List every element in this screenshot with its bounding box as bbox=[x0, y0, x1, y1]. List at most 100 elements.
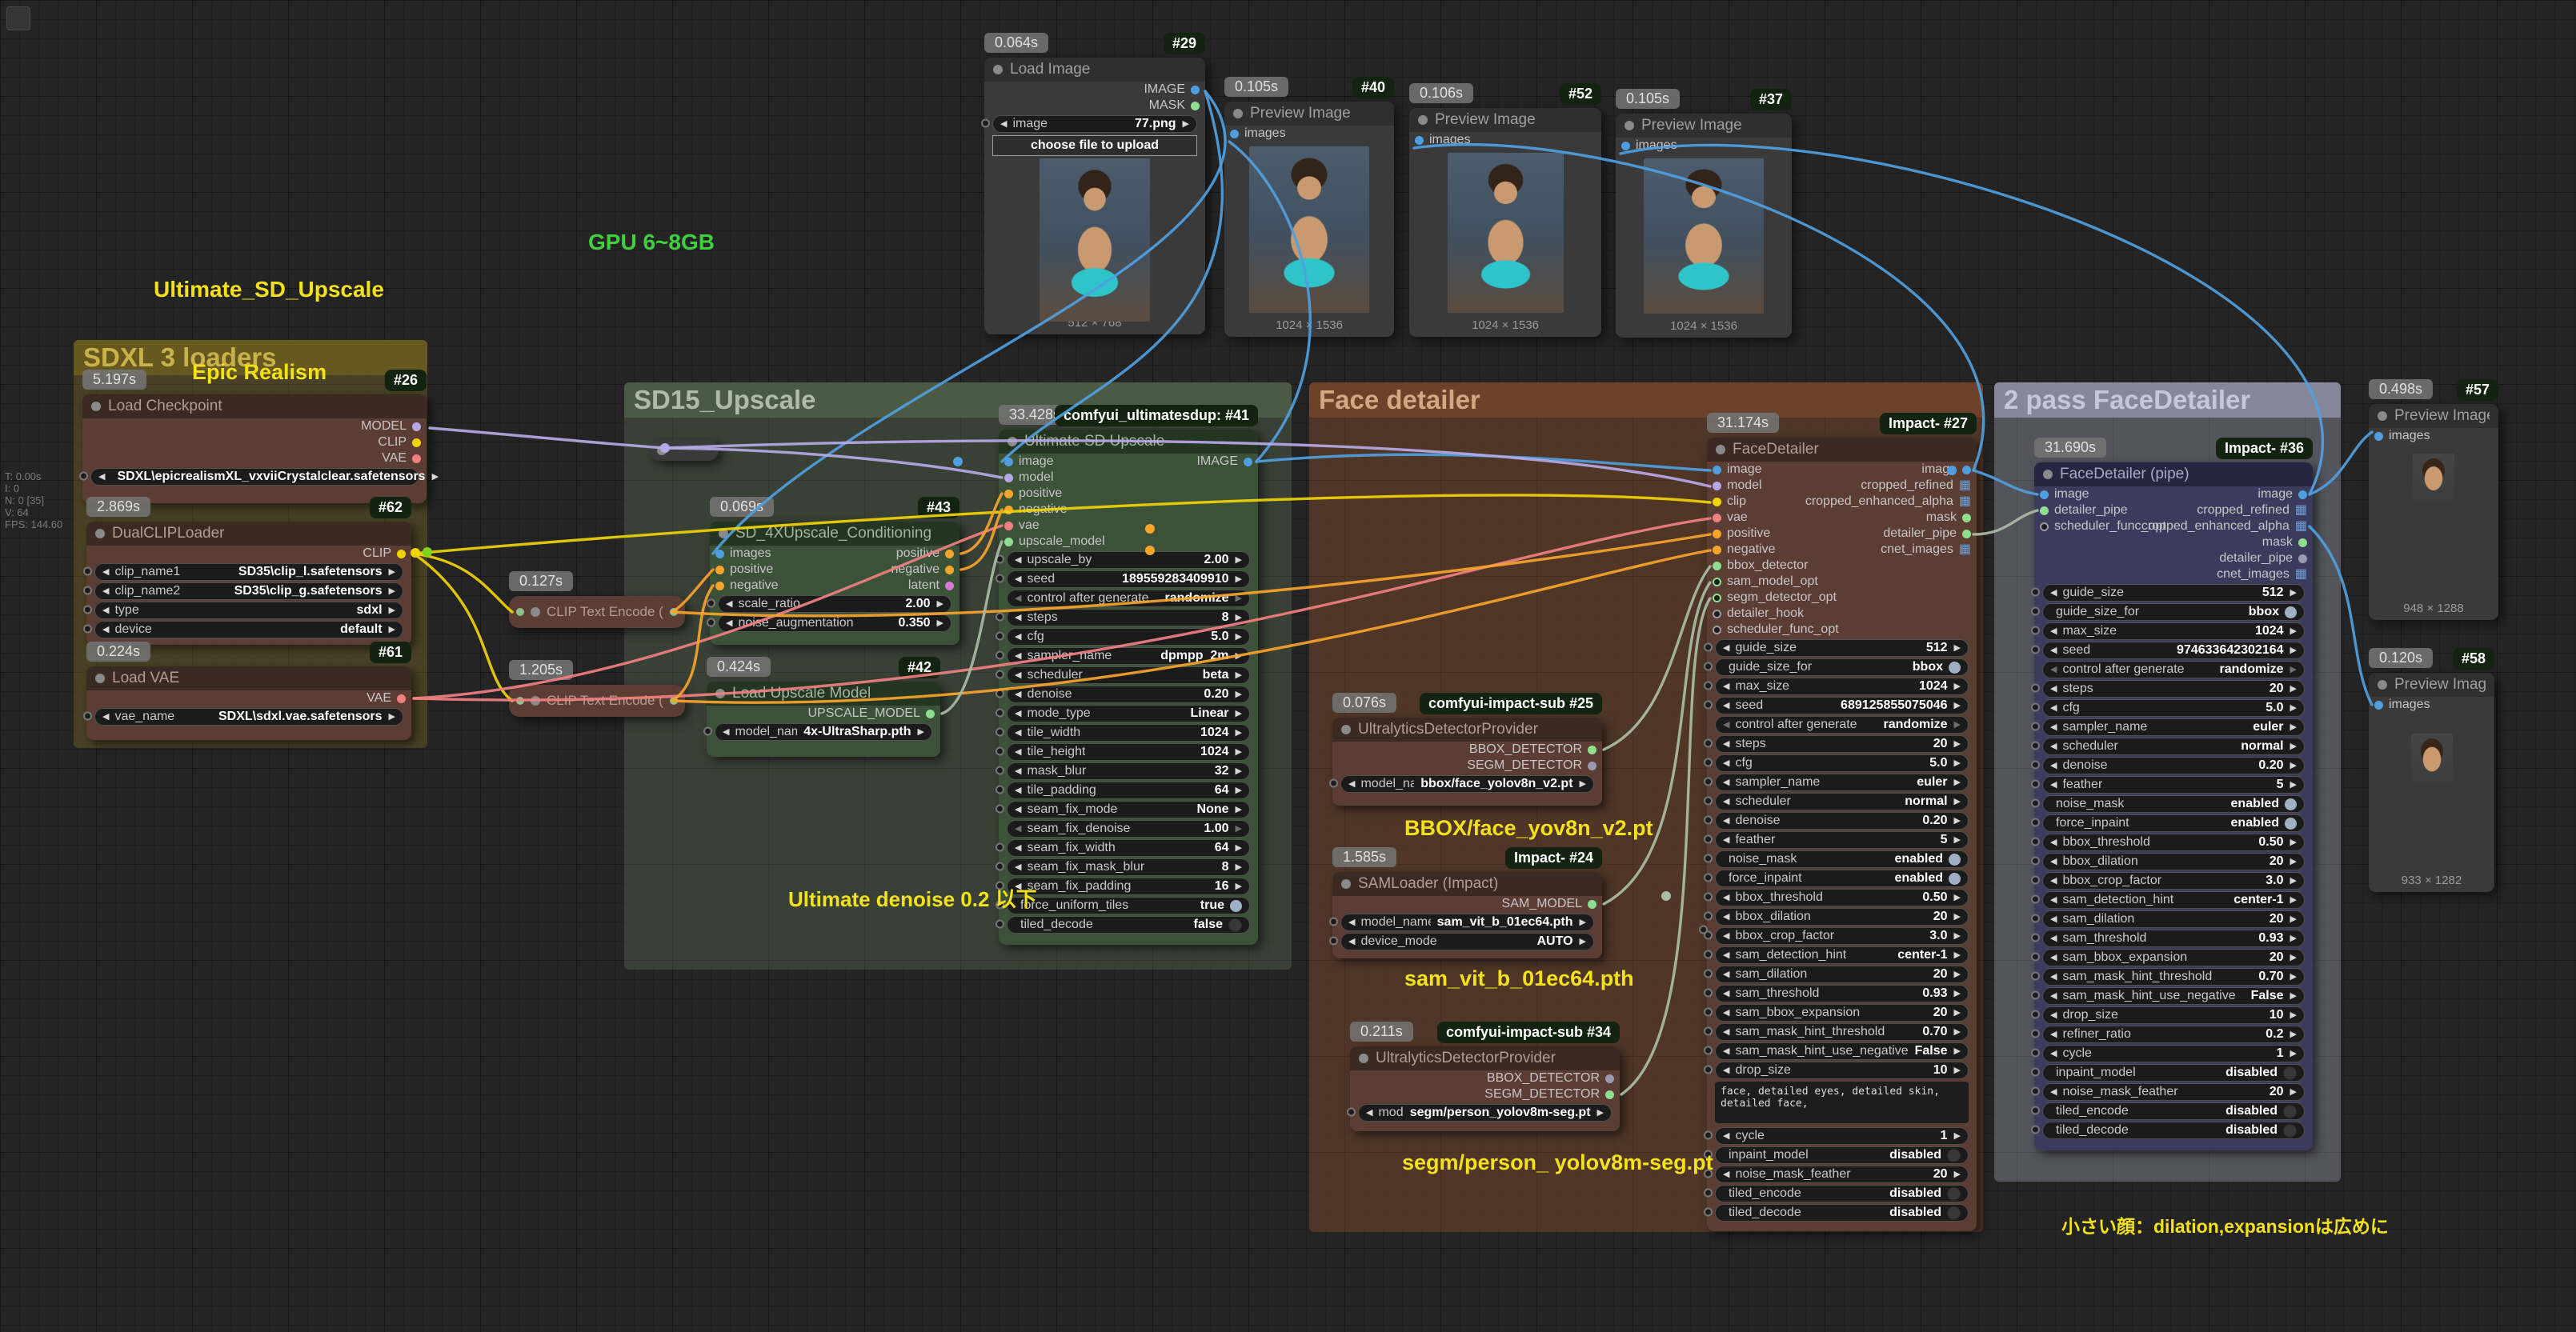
widget-socket[interactable] bbox=[1704, 1189, 1713, 1198]
input-slot-negative[interactable] bbox=[715, 582, 724, 590]
node-header[interactable]: Load Checkpoint bbox=[82, 394, 427, 418]
widget-sampler-name[interactable]: ◀sampler_nameeuler▶ bbox=[1715, 774, 1969, 791]
widget-seam-fix-padding[interactable]: ◀seam_fix_padding16▶ bbox=[1007, 878, 1250, 895]
decrement-arrow-icon[interactable]: ◀ bbox=[2050, 723, 2057, 732]
widget-guide-size[interactable]: ◀guide_size512▶ bbox=[2042, 584, 2305, 602]
increment-arrow-icon[interactable]: ▶ bbox=[918, 728, 924, 737]
collapse-dot-icon[interactable] bbox=[1341, 879, 1351, 889]
widget-socket[interactable] bbox=[2031, 1030, 2040, 1038]
node-sam-loader[interactable]: 1.585sImpact- #24SAMLoader (Impact)SAM_M… bbox=[1332, 872, 1602, 958]
node-dual-clip-loader[interactable]: 2.869s#62DualCLIPLoaderCLIP◀clip_name1SD… bbox=[86, 522, 411, 645]
widget-socket[interactable] bbox=[2031, 761, 2040, 770]
node-header[interactable]: FaceDetailer (pipe) bbox=[2034, 462, 2313, 486]
toggle-knob-icon[interactable] bbox=[1230, 900, 1242, 912]
decrement-arrow-icon[interactable]: ◀ bbox=[102, 568, 109, 577]
output-slot-detailer_pipe[interactable] bbox=[1962, 530, 1971, 538]
decrement-arrow-icon[interactable]: ◀ bbox=[1348, 780, 1355, 789]
widget-socket[interactable] bbox=[1329, 779, 1338, 788]
decrement-arrow-icon[interactable]: ◀ bbox=[102, 713, 109, 722]
increment-arrow-icon[interactable]: ▶ bbox=[389, 606, 395, 615]
widget-steps[interactable]: ◀steps20▶ bbox=[2042, 680, 2305, 698]
collapse-dot-icon[interactable] bbox=[1008, 437, 1017, 446]
widget-sam-threshold[interactable]: ◀sam_threshold0.93▶ bbox=[2042, 930, 2305, 947]
increment-arrow-icon[interactable]: ▶ bbox=[1954, 759, 1961, 768]
widget-socket[interactable] bbox=[1704, 874, 1713, 882]
widget-socket[interactable] bbox=[996, 920, 1004, 929]
widget-socket[interactable] bbox=[2031, 953, 2040, 962]
decrement-arrow-icon[interactable]: ◀ bbox=[1015, 614, 1021, 622]
input-slot-images[interactable] bbox=[2374, 432, 2383, 441]
widget-socket[interactable] bbox=[1704, 1046, 1713, 1055]
collapse-dot-icon[interactable] bbox=[531, 607, 540, 617]
node-ultimate-sd-upscale[interactable]: 33.428scomfyui_ultimatesdup: #41Ultimate… bbox=[999, 430, 1258, 945]
widget-socket[interactable] bbox=[1704, 950, 1713, 959]
increment-arrow-icon[interactable]: ▶ bbox=[2290, 685, 2297, 694]
decrement-arrow-icon[interactable]: ◀ bbox=[2050, 973, 2057, 982]
widget-socket[interactable] bbox=[79, 472, 88, 481]
widget-socket[interactable] bbox=[1704, 970, 1713, 978]
widget-socket[interactable] bbox=[1704, 893, 1713, 902]
increment-arrow-icon[interactable]: ▶ bbox=[2290, 666, 2297, 674]
toggle-force-inpaint[interactable]: force_inpaintenabled bbox=[1715, 870, 1969, 887]
widget-cfg[interactable]: ◀cfg5.0▶ bbox=[2042, 699, 2305, 717]
increment-arrow-icon[interactable]: ▶ bbox=[389, 587, 395, 596]
increment-arrow-icon[interactable]: ▶ bbox=[1236, 690, 1242, 699]
widget-seed[interactable]: ◀seed974633642302164▶ bbox=[2042, 642, 2305, 659]
menu-button[interactable] bbox=[6, 6, 30, 30]
widget-ckpt-name[interactable]: ◀ckpt_nameSDXL\epicrealismXL_vxviiCrysta… bbox=[90, 468, 419, 486]
node-header[interactable]: SAMLoader (Impact) bbox=[1332, 872, 1602, 896]
widget-cycle[interactable]: ◀cycle1▶ bbox=[2042, 1045, 2305, 1062]
widget-device-mode[interactable]: ◀device_modeAUTO▶ bbox=[1340, 933, 1594, 950]
decrement-arrow-icon[interactable]: ◀ bbox=[2050, 896, 2057, 905]
decrement-arrow-icon[interactable]: ◀ bbox=[1723, 759, 1729, 768]
toggle-knob-icon[interactable] bbox=[1947, 1206, 1961, 1220]
widget-control-after-generate[interactable]: ◀control after generaterandomize▶ bbox=[2042, 661, 2305, 678]
toggle-knob-icon[interactable] bbox=[2285, 606, 2297, 618]
input-slot-model[interactable] bbox=[1713, 482, 1721, 490]
output-slot-VAE[interactable] bbox=[397, 694, 406, 703]
increment-arrow-icon[interactable]: ▶ bbox=[2290, 934, 2297, 943]
decrement-arrow-icon[interactable]: ◀ bbox=[1015, 844, 1021, 853]
node-preview-image-58[interactable]: 0.120s#58Preview Imageimages933 × 1282 bbox=[2369, 673, 2494, 892]
decrement-arrow-icon[interactable]: ◀ bbox=[1723, 1028, 1729, 1037]
decrement-arrow-icon[interactable]: ◀ bbox=[2050, 954, 2057, 962]
decrement-arrow-icon[interactable]: ◀ bbox=[1723, 702, 1729, 710]
decrement-arrow-icon[interactable]: ◀ bbox=[1015, 652, 1021, 661]
widget-cycle[interactable]: ◀cycle1▶ bbox=[1715, 1127, 1969, 1145]
widget-socket[interactable] bbox=[83, 712, 92, 721]
decrement-arrow-icon[interactable]: ◀ bbox=[1015, 767, 1021, 776]
output-slot-grid-cnet_images[interactable]: ▦ bbox=[2295, 568, 2307, 581]
widget-device[interactable]: ◀devicedefault▶ bbox=[94, 621, 403, 638]
increment-arrow-icon[interactable]: ▶ bbox=[2290, 627, 2297, 636]
widget-socket[interactable] bbox=[2031, 857, 2040, 866]
input-slot-images[interactable] bbox=[2374, 701, 2383, 710]
widget-socket[interactable] bbox=[2031, 1049, 2040, 1058]
node-preview-image-37[interactable]: 0.105s#37Preview Imageimages1024 × 1536 bbox=[1616, 114, 1792, 338]
increment-arrow-icon[interactable]: ▶ bbox=[432, 473, 439, 482]
widget-model-name[interactable]: ◀model_namesam_vit_b_01ec64.pth▶ bbox=[1340, 914, 1594, 931]
widget-sam-mask-hint-threshold[interactable]: ◀sam_mask_hint_threshold0.70▶ bbox=[1715, 1023, 1969, 1041]
widget-noise-mask-feather[interactable]: ◀noise_mask_feather20▶ bbox=[1715, 1166, 1969, 1183]
widget-sam-detection-hint[interactable]: ◀sam_detection_hintcenter-1▶ bbox=[1715, 946, 1969, 964]
input-slot-detailer_pipe[interactable] bbox=[2040, 506, 2049, 515]
widget-socket[interactable] bbox=[996, 766, 1004, 775]
widget-socket[interactable] bbox=[2031, 934, 2040, 942]
node-face-detailer-pipe[interactable]: 31.690sImpact- #36FaceDetailer (pipe)ima… bbox=[2034, 462, 2313, 1150]
output-slot-MASK[interactable] bbox=[1191, 102, 1200, 110]
increment-arrow-icon[interactable]: ▶ bbox=[1183, 120, 1189, 129]
toggle-knob-icon[interactable] bbox=[2285, 818, 2297, 830]
input-slot-vae[interactable] bbox=[1004, 522, 1013, 530]
widget-denoise[interactable]: ◀denoise0.20▶ bbox=[2042, 757, 2305, 774]
increment-arrow-icon[interactable]: ▶ bbox=[389, 568, 395, 577]
widget-socket[interactable] bbox=[1704, 1131, 1713, 1140]
decrement-arrow-icon[interactable]: ◀ bbox=[2050, 838, 2057, 847]
widget-socket[interactable] bbox=[2031, 703, 2040, 712]
widget-socket[interactable] bbox=[996, 632, 1004, 641]
widget-socket[interactable] bbox=[2031, 1087, 2040, 1096]
widget-sam-dilation[interactable]: ◀sam_dilation20▶ bbox=[1715, 966, 1969, 983]
widget-socket[interactable] bbox=[996, 651, 1004, 660]
widget-refiner-ratio[interactable]: ◀refiner_ratio0.2▶ bbox=[2042, 1026, 2305, 1043]
widget-bbox-threshold[interactable]: ◀bbox_threshold0.50▶ bbox=[2042, 834, 2305, 851]
toggle-knob-icon[interactable] bbox=[1949, 662, 1961, 674]
toggle-inpaint-model[interactable]: inpaint_modeldisabled bbox=[2042, 1064, 2305, 1082]
